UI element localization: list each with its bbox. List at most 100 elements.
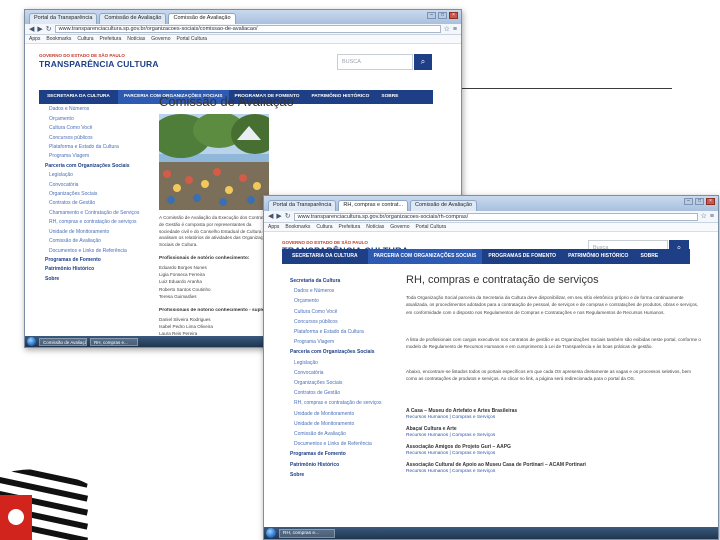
- nav-sobre[interactable]: SOBRE: [375, 90, 404, 104]
- address-bar[interactable]: www.transparenciacultura.sp.gov.br/organ…: [293, 212, 698, 221]
- bookmark-item[interactable]: Governo: [390, 224, 409, 230]
- sidebar-item[interactable]: Patrimônio Histórico: [45, 265, 145, 274]
- sidebar-item[interactable]: Unidade de Monitoramento: [45, 228, 145, 237]
- sidebar-item[interactable]: Cultura Como Você: [45, 124, 145, 133]
- sidebar-item[interactable]: Secretaria da Cultura: [45, 96, 145, 105]
- taskbar-button[interactable]: RH, compras e...: [90, 337, 138, 346]
- sidebar-item[interactable]: Programas de Fomento: [290, 449, 400, 459]
- bookmark-item[interactable]: Cultura: [77, 36, 93, 42]
- bookmark-item[interactable]: Bookmarks: [46, 36, 71, 42]
- sidebar-item[interactable]: Legislação: [290, 358, 400, 368]
- bookmark-item[interactable]: Apps: [268, 224, 279, 230]
- organization-links[interactable]: Recursos Humanos | Compras e Serviços: [406, 433, 702, 438]
- sidebar-item[interactable]: Documentos e Links de Referência: [290, 439, 400, 449]
- taskbar-button[interactable]: RH, compras e...: [279, 528, 335, 538]
- browser-tab-active[interactable]: RH, compras e contrat...: [338, 200, 409, 211]
- start-button-icon[interactable]: [27, 337, 36, 346]
- forward-arrow-icon[interactable]: ▶: [37, 25, 42, 34]
- nav-parceria[interactable]: PARCERIA COM ORGANIZAÇÕES SOCIAIS: [367, 249, 483, 264]
- sidebar-item[interactable]: Plataforma e Estado da Cultura: [290, 327, 400, 337]
- nav-patrimonio[interactable]: PATRIMÔNIO HISTÓRICO: [562, 249, 634, 264]
- menu-icon[interactable]: ≡: [453, 25, 457, 34]
- sidebar-item[interactable]: Contratos de Gestão: [45, 199, 145, 208]
- search-icon[interactable]: ⌕: [414, 54, 432, 70]
- minimize-icon[interactable]: –: [684, 198, 693, 205]
- maximize-icon[interactable]: □: [695, 198, 704, 205]
- search-input[interactable]: BUSCA: [337, 54, 413, 70]
- bookmark-item[interactable]: Portal Cultura: [415, 224, 446, 230]
- sidebar-item[interactable]: Secretaria da Cultura: [290, 276, 400, 286]
- organization-links[interactable]: Recursos Humanos | Compras e Serviços: [406, 469, 702, 474]
- start-button-icon[interactable]: [266, 528, 276, 538]
- sidebar-item[interactable]: Orçamento: [45, 115, 145, 124]
- sidebar-item[interactable]: Contratos de Gestão: [290, 388, 400, 398]
- sidebar-item[interactable]: Programa Viagem: [290, 337, 400, 347]
- sidebar-item[interactable]: Concursos públicos: [45, 134, 145, 143]
- bookmark-item[interactable]: Cultura: [316, 224, 332, 230]
- sidebar-item[interactable]: Concursos públicos: [290, 317, 400, 327]
- sidebar-item[interactable]: Orçamento: [290, 296, 400, 306]
- sidebar-item[interactable]: Parceria com Organizações Sociais: [290, 347, 400, 357]
- sidebar-item[interactable]: Sobre: [290, 470, 400, 480]
- sidebar-item[interactable]: Comissão de Avaliação: [45, 237, 145, 246]
- sidebar-item[interactable]: Plataforma e Estado da Cultura: [45, 143, 145, 152]
- forward-arrow-icon[interactable]: ▶: [276, 212, 281, 221]
- maximize-icon[interactable]: □: [438, 12, 447, 19]
- sidebar-item[interactable]: Programas de Fomento: [45, 256, 145, 265]
- bookmark-item[interactable]: Notícias: [366, 224, 384, 230]
- sidebar-item[interactable]: Unidade de Monitoramento: [290, 419, 400, 429]
- menu-icon[interactable]: ≡: [710, 212, 714, 221]
- bookmark-item[interactable]: Governo: [151, 36, 170, 42]
- address-bar[interactable]: www.transparenciacultura.sp.gov.br/organ…: [54, 25, 441, 33]
- sidebar-item[interactable]: Organizações Sociais: [45, 190, 145, 199]
- browser-tab-active[interactable]: Comissão de Avaliação: [168, 13, 236, 24]
- sidebar-item[interactable]: Programa Viagem: [45, 152, 145, 161]
- site-header: GOVERNO DO ESTADO DE SÃO PAULO TRANSPARÊ…: [25, 44, 461, 80]
- bookmark-item[interactable]: Prefeitura: [339, 224, 361, 230]
- sidebar-item[interactable]: RH, compras e contratação de serviços: [290, 398, 400, 408]
- minimize-icon[interactable]: –: [427, 12, 436, 19]
- back-arrow-icon[interactable]: ◀: [268, 212, 273, 221]
- close-icon[interactable]: ×: [706, 198, 715, 205]
- sidebar-item[interactable]: Documentos e Links de Referência: [45, 247, 145, 256]
- nav-secretaria[interactable]: SECRETARIA DA CULTURA: [282, 249, 368, 264]
- sidebar-item[interactable]: Unidade de Monitoramento: [290, 409, 400, 419]
- sidebar-item[interactable]: Patrimônio Histórico: [290, 460, 400, 470]
- nav-fomento[interactable]: PROGRAMAS DE FOMENTO: [482, 249, 562, 264]
- bookmark-item[interactable]: Apps: [29, 36, 40, 42]
- sidebar-item[interactable]: Cultura Como Você: [290, 307, 400, 317]
- back-arrow-icon[interactable]: ◀: [29, 25, 34, 34]
- sidebar-item[interactable]: Parceria com Organizações Sociais: [45, 162, 145, 171]
- close-icon[interactable]: ×: [449, 12, 458, 19]
- browser-tab[interactable]: Comissão de Avaliação: [410, 200, 478, 211]
- bookmark-item[interactable]: Notícias: [127, 36, 145, 42]
- reload-icon[interactable]: ↻: [46, 25, 52, 34]
- star-icon[interactable]: ☆: [444, 25, 450, 34]
- organization-links[interactable]: Recursos Humanos | Compras e Serviços: [406, 415, 702, 420]
- browser-tab[interactable]: Portal da Transparência: [268, 200, 337, 211]
- organization-links[interactable]: Recursos Humanos | Compras e Serviços: [406, 451, 702, 456]
- star-icon[interactable]: ☆: [701, 212, 707, 221]
- bookmark-item[interactable]: Portal Cultura: [176, 36, 207, 42]
- sidebar-item[interactable]: Legislação: [45, 171, 145, 180]
- sidebar-item[interactable]: Sobre: [45, 275, 145, 284]
- sidebar-item[interactable]: Convocatória: [45, 181, 145, 190]
- taskbar-button[interactable]: Comissão de Avaliação: [39, 337, 87, 346]
- sidebar-item[interactable]: Organizações Sociais: [290, 378, 400, 388]
- sidebar-item[interactable]: Dados e Números: [45, 105, 145, 114]
- sidebar-item[interactable]: RH, compras e contratação de serviços: [45, 218, 145, 227]
- bookmark-item[interactable]: Bookmarks: [285, 224, 310, 230]
- reload-icon[interactable]: ↻: [285, 212, 291, 221]
- bookmark-item[interactable]: Prefeitura: [100, 36, 122, 42]
- member-name: Daniel Silveira Rodrigues: [159, 317, 211, 322]
- browser-tab[interactable]: Comissão de Avaliação: [99, 13, 167, 24]
- sidebar-item[interactable]: Convocatória: [290, 368, 400, 378]
- browser-tab[interactable]: Portal da Transparência: [29, 13, 98, 24]
- nav-patrimonio[interactable]: PATRIMÔNIO HISTÓRICO: [305, 90, 375, 104]
- nav-sobre[interactable]: SOBRE: [634, 249, 664, 264]
- sidebar-item[interactable]: Comissão de Avaliação: [290, 429, 400, 439]
- taskbar: RH, compras e...: [264, 527, 718, 539]
- site-title[interactable]: TRANSPARÊNCIA CULTURA: [39, 59, 159, 69]
- sidebar-item[interactable]: Chamamento e Contratação de Serviços: [45, 209, 145, 218]
- sidebar-item[interactable]: Dados e Números: [290, 286, 400, 296]
